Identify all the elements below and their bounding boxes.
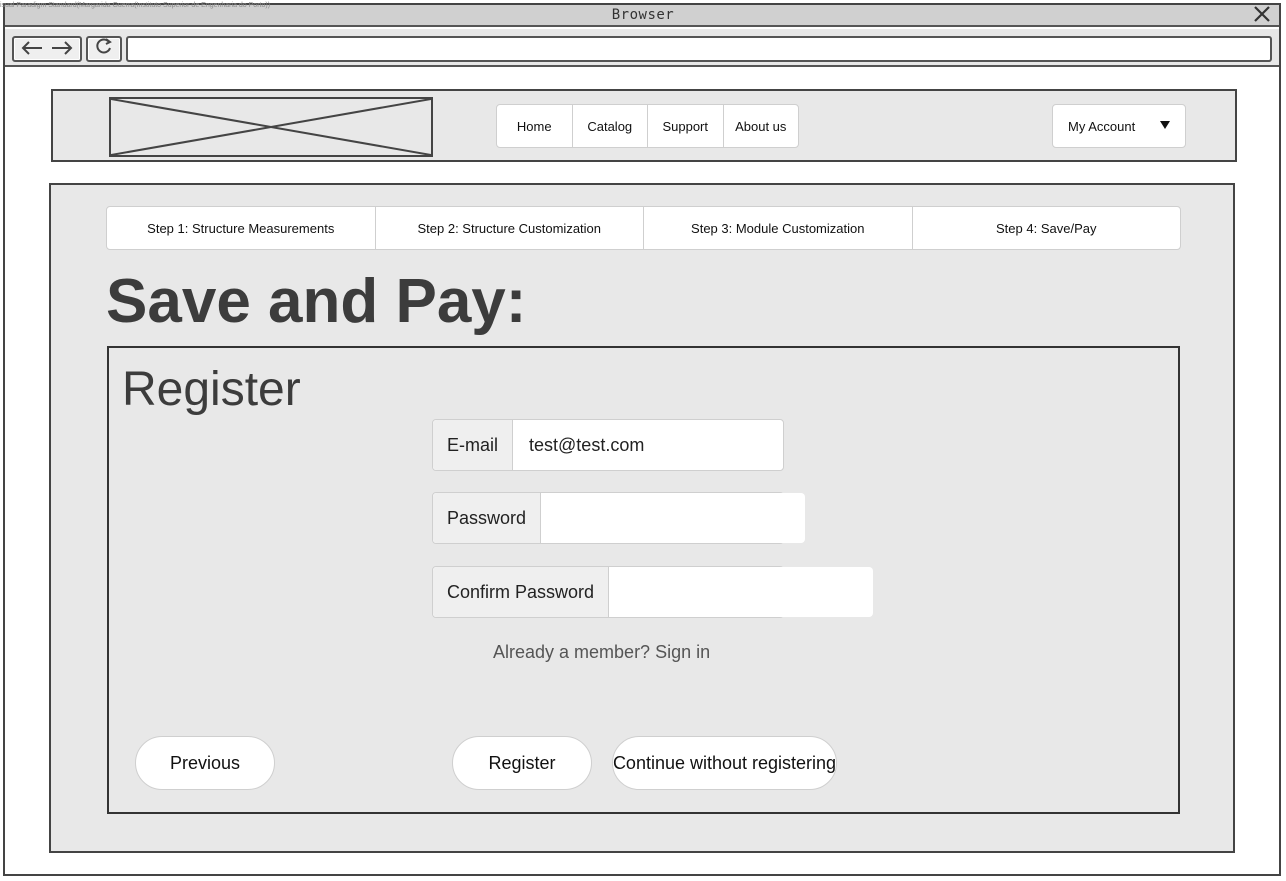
previous-button[interactable]: Previous	[135, 736, 275, 790]
reload-icon[interactable]	[95, 37, 113, 61]
caret-down-icon	[1159, 119, 1171, 133]
email-label: E-mail	[433, 420, 514, 470]
password-field[interactable]	[541, 493, 806, 543]
continue-without-registering-button[interactable]: Continue without registering	[612, 736, 837, 790]
logo-placeholder	[109, 97, 433, 157]
arrow-right-icon[interactable]	[51, 38, 73, 61]
window-title: Browser	[611, 7, 675, 23]
step-tabs: Step 1: Structure Measurements Step 2: S…	[106, 206, 1181, 250]
register-title: Register	[122, 363, 301, 416]
sign-in-link[interactable]: Already a member? Sign in	[493, 642, 710, 663]
tab-step-2[interactable]: Step 2: Structure Customization	[376, 207, 644, 249]
address-bar[interactable]	[126, 36, 1272, 62]
confirm-password-input-group: Confirm Password	[432, 566, 874, 618]
nav-about-us[interactable]: About us	[724, 105, 799, 147]
nav-support[interactable]: Support	[648, 105, 724, 147]
my-account-dropdown[interactable]: My Account	[1052, 104, 1186, 148]
page-title: Save and Pay:	[106, 267, 527, 336]
back-forward-buttons[interactable]	[12, 36, 82, 62]
close-icon[interactable]	[1250, 4, 1274, 26]
nav-catalog[interactable]: Catalog	[573, 105, 648, 147]
tab-step-3[interactable]: Step 3: Module Customization	[644, 207, 913, 249]
reload-button[interactable]	[86, 36, 122, 62]
register-button[interactable]: Register	[452, 736, 592, 790]
email-input-group: E-mail	[432, 419, 784, 471]
my-account-label: My Account	[1068, 118, 1136, 134]
tab-step-4[interactable]: Step 4: Save/Pay	[913, 207, 1181, 249]
main-nav: Home Catalog Support About us	[496, 104, 799, 148]
password-input-group: Password	[432, 492, 806, 544]
nav-home[interactable]: Home	[497, 105, 573, 147]
confirm-password-field[interactable]	[609, 567, 874, 617]
arrow-left-icon[interactable]	[21, 38, 43, 61]
tab-step-1[interactable]: Step 1: Structure Measurements	[107, 207, 376, 249]
confirm-password-label: Confirm Password	[433, 567, 610, 617]
email-field[interactable]	[513, 420, 783, 470]
password-label: Password	[433, 493, 542, 543]
